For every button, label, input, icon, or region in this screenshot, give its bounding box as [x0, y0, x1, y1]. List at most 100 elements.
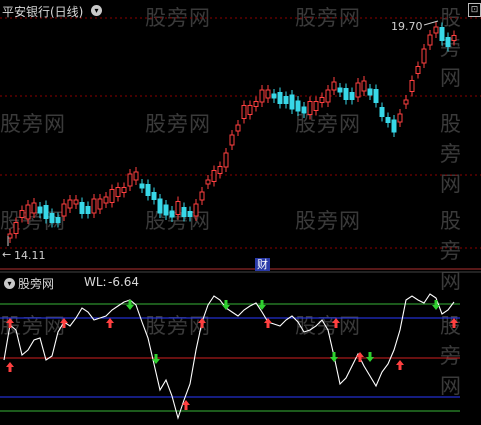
- candle-body: [421, 48, 427, 64]
- sell-arrow-icon: [366, 352, 374, 362]
- candle-body: [73, 199, 79, 205]
- candle-body: [445, 37, 451, 47]
- candle-body: [313, 101, 319, 111]
- candle-body: [19, 210, 25, 218]
- buy-arrow-icon: [332, 318, 340, 328]
- candle-body: [325, 89, 331, 103]
- candle-body: [121, 187, 127, 193]
- sell-arrow-icon: [432, 300, 440, 310]
- high-price-label: 19.70: [391, 20, 423, 33]
- sell-arrow-icon: [222, 300, 230, 310]
- candle-body: [229, 134, 235, 146]
- chevron-down-icon[interactable]: ▾: [91, 5, 102, 16]
- candle-body: [115, 187, 121, 197]
- candle-body: [13, 222, 19, 234]
- candle-body: [271, 93, 277, 99]
- sell-arrow-icon: [330, 352, 338, 362]
- candle-body: [397, 113, 403, 123]
- candle-body: [187, 211, 193, 217]
- candle-body: [157, 198, 163, 214]
- candle-body: [109, 189, 115, 203]
- buy-arrow-icon: [396, 360, 404, 370]
- candle-body: [91, 198, 97, 214]
- buy-arrow-icon: [6, 362, 14, 372]
- candle-body: [247, 105, 253, 115]
- candle-body: [223, 152, 229, 168]
- candle-body: [211, 170, 217, 182]
- candle-body: [343, 88, 349, 100]
- candle-body: [55, 217, 61, 223]
- candle-body: [259, 89, 265, 103]
- candle-body: [451, 35, 457, 41]
- gear-icon[interactable]: ⊡: [468, 3, 481, 17]
- candle-body: [97, 198, 103, 210]
- candle-body: [427, 34, 433, 46]
- candle-body: [235, 124, 241, 132]
- wl-value: -6.64: [108, 275, 140, 289]
- candle-body: [7, 233, 13, 239]
- candle-body: [241, 105, 247, 119]
- candle-body: [169, 210, 175, 218]
- low-price-label: 14.11: [14, 249, 46, 262]
- candle-body: [139, 183, 145, 189]
- candle-body: [25, 204, 31, 220]
- buy-arrow-icon: [450, 318, 458, 328]
- candle-body: [67, 199, 73, 209]
- candle-body: [409, 80, 415, 92]
- candle-body: [49, 213, 55, 223]
- candle-body: [385, 117, 391, 123]
- candle-body: [151, 192, 157, 200]
- candle-body: [415, 66, 421, 74]
- candle-body: [355, 82, 361, 98]
- candle-body: [181, 207, 187, 217]
- candle-body: [301, 106, 307, 114]
- stock-title: 平安银行(日线): [2, 5, 84, 19]
- candle-body: [367, 88, 373, 96]
- candle-body: [133, 171, 139, 181]
- candle-body: [331, 81, 337, 91]
- candle-body: [283, 96, 289, 104]
- candle-body: [31, 202, 37, 214]
- indicator-name: 股旁网: [18, 277, 55, 291]
- candle-body: [265, 89, 271, 99]
- candle-body: [61, 203, 67, 217]
- low-price-arrow: ←: [2, 248, 12, 261]
- candle-body: [37, 206, 43, 214]
- candle-body: [307, 101, 313, 115]
- buy-arrow-icon: [6, 318, 14, 328]
- chevron-down-icon[interactable]: ▾: [4, 278, 15, 289]
- buy-arrow-icon: [264, 318, 272, 328]
- candle-body: [373, 89, 379, 103]
- candle-body: [217, 166, 223, 174]
- chart-canvas[interactable]: [0, 0, 481, 425]
- candle-body: [43, 205, 49, 219]
- candle-body: [439, 27, 445, 41]
- chart-window: 股旁网 股旁网 股旁网 股旁网 股旁网 股旁网 股旁网 股旁网 股旁网 股旁网 …: [0, 0, 481, 425]
- candle-body: [85, 206, 91, 214]
- wl-line: [3, 293, 455, 420]
- candle-body: [349, 92, 355, 100]
- finance-event-badge[interactable]: 财: [255, 258, 270, 271]
- candle-body: [289, 94, 295, 110]
- buy-arrow-icon: [198, 318, 206, 328]
- candle-body: [277, 92, 283, 104]
- candle-body: [433, 26, 439, 34]
- candle-body: [175, 201, 181, 215]
- candle-body: [193, 203, 199, 217]
- candle-body: [295, 100, 301, 112]
- candle-body: [199, 191, 205, 201]
- candle-body: [337, 87, 343, 93]
- candle-body: [103, 196, 109, 204]
- candle-body: [205, 179, 211, 185]
- wl-label: WL:: [84, 275, 107, 289]
- candle-body: [403, 99, 409, 105]
- candle-body: [361, 80, 367, 92]
- buy-arrow-icon: [106, 318, 114, 328]
- candle-body: [379, 107, 385, 117]
- candle-body: [253, 101, 259, 107]
- buy-arrow-icon: [356, 352, 364, 362]
- candle-body: [391, 119, 397, 133]
- candle-body: [163, 204, 169, 216]
- candle-body: [79, 202, 85, 214]
- candle-body: [127, 173, 133, 187]
